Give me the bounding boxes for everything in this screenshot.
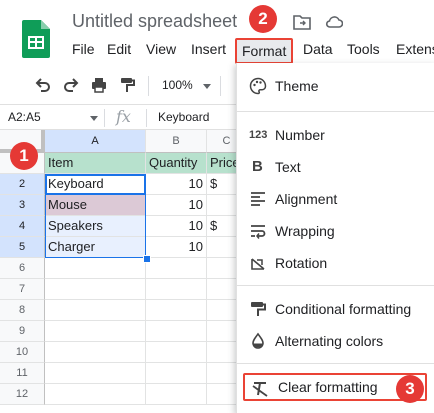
empty-cell[interactable] — [146, 384, 207, 405]
empty-cell[interactable] — [45, 258, 146, 279]
menu-item-number[interactable]: 123 Number — [237, 121, 434, 149]
column-header-b[interactable]: B — [146, 130, 207, 153]
empty-cell[interactable] — [146, 363, 207, 384]
cell-a5[interactable]: Charger — [45, 237, 146, 258]
step-badge-2: 2 — [249, 5, 277, 33]
cell-b5[interactable]: 10 — [146, 237, 207, 258]
row-header[interactable]: 12 — [0, 384, 45, 405]
sheets-logo-icon[interactable] — [22, 20, 50, 58]
menu-insert[interactable]: Insert — [191, 41, 226, 57]
menu-item-label: Wrapping — [275, 223, 335, 239]
menu-divider — [237, 363, 434, 364]
menu-divider — [237, 285, 434, 286]
cell-b2[interactable]: 10 — [146, 174, 207, 195]
row-header[interactable]: 2 — [0, 174, 45, 195]
move-folder-icon[interactable] — [293, 14, 311, 30]
empty-cell[interactable] — [45, 300, 146, 321]
menu-item-label: Rotation — [275, 255, 328, 271]
empty-cell[interactable] — [146, 279, 207, 300]
row-header[interactable]: 10 — [0, 342, 45, 363]
menu-data[interactable]: Data — [303, 41, 333, 57]
menu-item-text[interactable]: B Text — [237, 153, 434, 181]
paint-roller-icon — [249, 300, 267, 318]
empty-cell[interactable] — [146, 342, 207, 363]
formula-input[interactable]: Keyboard — [158, 110, 209, 124]
menu-item-rotation[interactable]: Rotation — [237, 249, 434, 277]
formula-divider — [104, 109, 105, 127]
empty-cell[interactable] — [146, 258, 207, 279]
cell-b3[interactable]: 10 — [146, 195, 207, 216]
row-header[interactable]: 11 — [0, 363, 45, 384]
menu-item-alternating-colors[interactable]: Alternating colors — [237, 327, 434, 355]
column-header-a[interactable]: A — [45, 130, 146, 153]
cell-a1[interactable]: Item — [45, 153, 146, 174]
fx-icon: fx — [116, 107, 131, 126]
menu-item-label: Number — [275, 127, 325, 143]
row-header[interactable]: 4 — [0, 216, 45, 237]
clear-format-icon — [251, 380, 269, 398]
cell-b1[interactable]: Quantity — [146, 153, 207, 174]
menu-extensions[interactable]: Extens — [396, 41, 434, 57]
menu-tools[interactable]: Tools — [347, 41, 380, 57]
fill-handle[interactable] — [143, 255, 151, 263]
menu-item-label: Alignment — [275, 191, 338, 207]
row-header[interactable]: 3 — [0, 195, 45, 216]
empty-cell[interactable] — [45, 279, 146, 300]
toolbar-divider — [148, 76, 149, 96]
format-menu: Theme 123 Number B Text Alignment Wrappi… — [236, 63, 434, 413]
step-badge-1: 1 — [10, 142, 38, 170]
menu-item-alignment[interactable]: Alignment — [237, 185, 434, 213]
undo-icon[interactable] — [34, 76, 52, 94]
menu-edit[interactable]: Edit — [107, 41, 131, 57]
menu-item-label: Clear formatting — [278, 379, 378, 395]
name-box[interactable]: A2:A5 — [8, 110, 41, 124]
wrap-icon — [249, 222, 267, 240]
menu-item-conditional-formatting[interactable]: Conditional formatting — [237, 295, 434, 323]
empty-cell[interactable] — [45, 384, 146, 405]
empty-cell[interactable] — [45, 342, 146, 363]
row-header[interactable]: 9 — [0, 321, 45, 342]
empty-cell[interactable] — [146, 300, 207, 321]
menu-item-label: Conditional formatting — [275, 301, 412, 317]
menu-format[interactable]: Format — [235, 38, 294, 64]
paint-format-icon[interactable] — [118, 76, 136, 94]
align-icon — [249, 190, 267, 208]
palette-icon — [249, 77, 267, 95]
row-header[interactable]: 8 — [0, 300, 45, 321]
name-box-caret-icon[interactable] — [90, 116, 98, 121]
rotation-icon — [249, 254, 267, 272]
zoom-caret-icon[interactable] — [203, 84, 211, 89]
cloud-status-icon[interactable] — [325, 14, 344, 30]
empty-cell[interactable] — [45, 321, 146, 342]
menu-item-theme[interactable]: Theme — [237, 72, 434, 100]
color-drop-icon — [249, 332, 267, 350]
bold-icon: B — [252, 158, 263, 175]
number-format-icon: 123 — [249, 129, 268, 141]
empty-cell[interactable] — [146, 321, 207, 342]
menu-item-label: Theme — [275, 78, 319, 94]
cell-a3[interactable]: Mouse — [45, 195, 146, 216]
menu-item-wrapping[interactable]: Wrapping — [237, 217, 434, 245]
cell-a4[interactable]: Speakers — [45, 216, 146, 237]
empty-cell[interactable] — [45, 363, 146, 384]
toolbar-divider — [220, 76, 221, 96]
formula-divider — [146, 109, 147, 127]
menu-file[interactable]: File — [72, 41, 95, 57]
zoom-select[interactable]: 100% — [162, 78, 193, 92]
document-title[interactable]: Untitled spreadsheet — [72, 11, 237, 32]
menu-divider — [237, 111, 434, 112]
redo-icon[interactable] — [62, 76, 80, 94]
menu-item-label: Text — [275, 159, 301, 175]
row-header[interactable]: 7 — [0, 279, 45, 300]
menu-item-label: Alternating colors — [275, 333, 384, 349]
print-icon[interactable] — [90, 76, 108, 94]
step-badge-3: 3 — [396, 375, 424, 403]
row-header[interactable]: 6 — [0, 258, 45, 279]
row-header[interactable]: 5 — [0, 237, 45, 258]
cell-a2[interactable]: Keyboard — [45, 174, 146, 195]
menu-view[interactable]: View — [146, 41, 176, 57]
cell-b4[interactable]: 10 — [146, 216, 207, 237]
